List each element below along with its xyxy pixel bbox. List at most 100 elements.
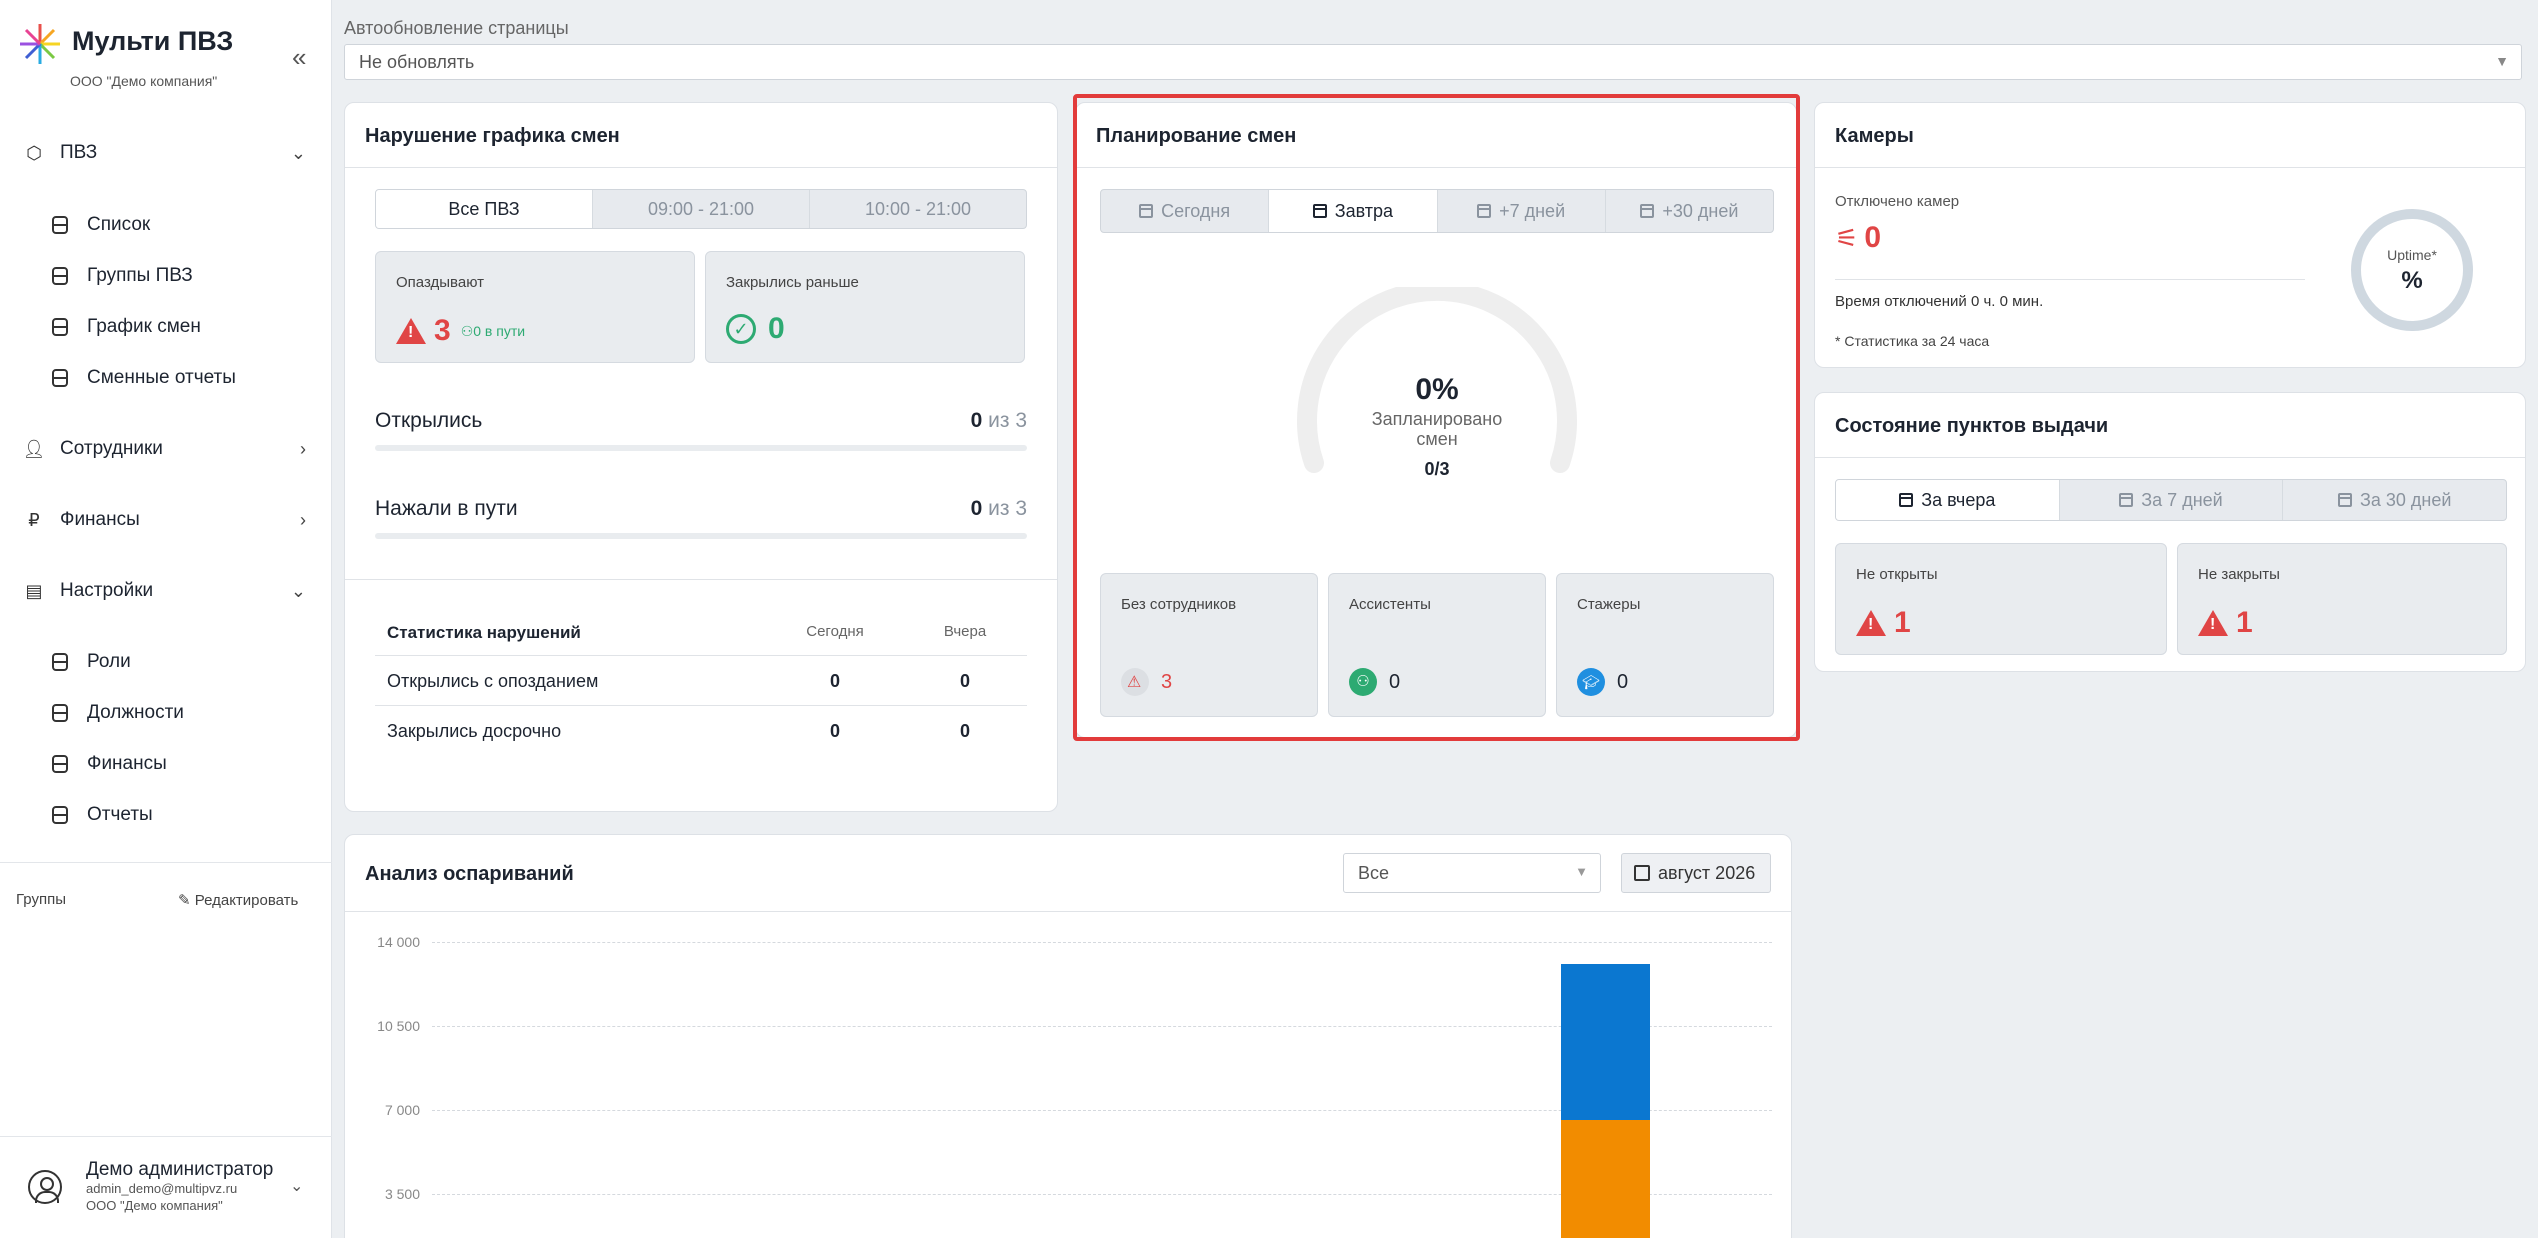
planning-label: Запланировано смен: [1371, 409, 1503, 449]
chevron-right-icon: ›: [300, 438, 306, 459]
violations-tabs: Все ПВЗ 09:00 - 21:00 10:00 - 21:00: [375, 189, 1027, 229]
tab-7-days[interactable]: +7 дней: [1438, 190, 1606, 232]
disputes-filter-select[interactable]: Все ▼: [1343, 853, 1601, 893]
pressed-progress-bar: [375, 533, 1027, 539]
sidebar-item-settings[interactable]: ▤ Настройки ⌄: [0, 568, 332, 614]
divider: [375, 655, 1027, 656]
interns-label: Стажеры: [1577, 596, 1641, 613]
tab-30-days[interactable]: За 30 дней: [2283, 480, 2506, 520]
sidebar-item-label: Должности: [87, 702, 184, 723]
sidebar-item-roles[interactable]: Роли: [0, 642, 332, 682]
y-tick-label: 7 000: [384, 1102, 420, 1118]
late-on-way: 0 в пути: [473, 323, 526, 339]
autorefresh-select[interactable]: Не обновлять ▼: [344, 44, 2522, 80]
app-logo[interactable]: Мульти ПВЗ: [18, 22, 233, 66]
late-value: 3: [434, 314, 451, 347]
planning-title: Планирование смен: [1096, 125, 1297, 147]
database-icon: [52, 216, 70, 234]
ruble-icon: ₽: [28, 509, 40, 530]
edit-groups-link[interactable]: ✎ Редактировать: [178, 891, 298, 909]
sidebar-item-reports[interactable]: Отчеты: [0, 795, 332, 835]
calendar-icon: [1477, 204, 1492, 218]
bar-segment[interactable]: [1561, 963, 1650, 1120]
user-menu-chevron-icon[interactable]: ⌄: [290, 1176, 303, 1196]
divider: [375, 705, 1027, 706]
edit-label: Редактировать: [194, 892, 299, 909]
tab-yesterday[interactable]: За вчера: [1836, 480, 2060, 520]
sidebar-item-positions[interactable]: Должности: [0, 693, 332, 733]
table-row-label: Открылись с опозданием: [387, 671, 599, 691]
points-title: Состояние пунктов выдачи: [1835, 415, 2109, 437]
opened-value: 0: [970, 409, 983, 432]
late-label: Опаздывают: [396, 274, 484, 291]
assistants-value: 0: [1389, 670, 1401, 693]
violations-card: Нарушение графика смен Все ПВЗ 09:00 - 2…: [344, 102, 1058, 812]
database-icon: [52, 369, 70, 387]
camera-off-icon: ⚟: [1835, 222, 1859, 253]
y-tick-label: 10 500: [377, 1018, 420, 1034]
cameras-title: Камеры: [1835, 125, 1914, 147]
sidebar-item-finance[interactable]: ₽ Финансы ›: [0, 497, 332, 543]
sidebar-item-label: Список: [87, 214, 151, 235]
sidebar-item-pvz[interactable]: ⬡ ПВЗ ⌄: [0, 130, 332, 176]
sidebar-item-employees[interactable]: 👤︎ Сотрудники ›: [0, 426, 332, 472]
pressed-total: из 3: [988, 497, 1027, 520]
collapse-sidebar-button[interactable]: «: [292, 42, 306, 73]
cameras-card: Камеры Отключено камер ⚟ 0 Время отключе…: [1814, 102, 2526, 368]
sidebar-item-list[interactable]: Список: [0, 205, 332, 245]
pencil-icon: ✎: [178, 892, 195, 909]
tab-label: За вчера: [1921, 489, 1996, 510]
chevron-down-icon: ⌄: [290, 580, 306, 601]
tab-label: За 7 дней: [2141, 489, 2223, 510]
dropdown-arrow-icon: ▼: [2495, 53, 2509, 69]
calendar-icon: [1312, 204, 1327, 218]
tab-7-days[interactable]: За 7 дней: [2060, 480, 2284, 520]
calendar-icon: [2119, 493, 2134, 507]
tab-label: За 30 дней: [2359, 489, 2452, 510]
tab-tomorrow[interactable]: Завтра: [1269, 190, 1438, 232]
disputes-title: Анализ оспариваний: [365, 863, 574, 885]
no-staff-tile: Без сотрудников ⚠ 3: [1100, 573, 1318, 717]
tab-today[interactable]: Сегодня: [1101, 190, 1270, 232]
points-card: Состояние пунктов выдачи За вчера За 7 д…: [1814, 392, 2526, 672]
sidebar-item-label: Финансы: [60, 509, 140, 530]
warning-icon: ⚠: [1121, 668, 1149, 696]
tab-0900-2100[interactable]: 09:00 - 21:00: [593, 190, 810, 228]
tab-1000-2100[interactable]: 10:00 - 21:00: [810, 190, 1026, 228]
chevron-right-icon: ›: [300, 509, 306, 530]
database-icon: [52, 755, 70, 773]
sidebar-item-shift-reports[interactable]: Сменные отчеты: [0, 358, 332, 398]
sidebar-item-settings-finance[interactable]: Финансы: [0, 744, 332, 784]
sidebar-item-shift-schedule[interactable]: График смен: [0, 307, 332, 347]
divider: [345, 167, 1057, 168]
tab-all-pvz[interactable]: Все ПВЗ: [376, 190, 593, 228]
table-row-label: Закрылись досрочно: [387, 721, 562, 741]
opened-progress-bar: [375, 445, 1027, 451]
opened-value-group: 0 из 3: [971, 409, 1027, 433]
cameras-note: * Статистика за 24 часа: [1835, 333, 1990, 349]
user-email: admin_demo@multipvz.ru: [86, 1181, 238, 1196]
tab-30-days[interactable]: +30 дней: [1606, 190, 1773, 232]
sidebar-divider: [0, 862, 332, 863]
closed-early-label: Закрылись раньше: [726, 274, 859, 291]
sidebar-item-label: Сменные отчеты: [87, 367, 236, 388]
bar-segment[interactable]: [1561, 1119, 1650, 1238]
sidebar-item-pvz-groups[interactable]: Группы ПВЗ: [0, 256, 332, 296]
avatar[interactable]: [28, 1170, 62, 1204]
tab-label: +7 дней: [1499, 200, 1566, 221]
warning-icon: [396, 318, 426, 344]
disputes-filter-value: Все: [1358, 863, 1390, 883]
not-opened-label: Не открыты: [1856, 566, 1938, 583]
tab-label: +30 дней: [1662, 200, 1739, 221]
sidebar-item-label: Настройки: [60, 580, 154, 601]
disputes-date-picker[interactable]: август 2026: [1621, 853, 1771, 893]
divider: [1076, 167, 1796, 168]
database-icon: [52, 704, 70, 722]
cube-icon: ⬡: [26, 142, 42, 163]
tab-label: Завтра: [1334, 200, 1394, 221]
sidebar-item-label: Группы ПВЗ: [87, 265, 193, 286]
pressed-value-group: 0 из 3: [971, 497, 1027, 521]
sidebar-item-label: График смен: [87, 316, 201, 337]
interns-tile: Стажеры 🎓︎ 0: [1556, 573, 1774, 717]
col-yesterday: Вчера: [943, 623, 987, 640]
